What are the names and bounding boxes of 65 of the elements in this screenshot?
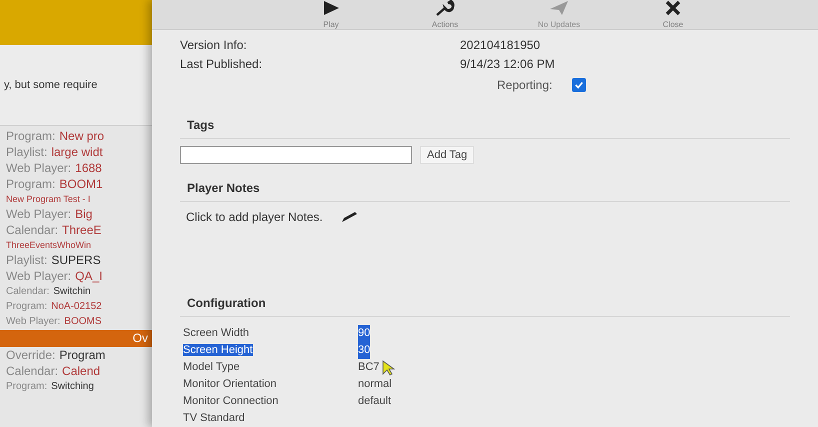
entry-subtitle: ThreeEventsWhoWin <box>6 239 92 252</box>
tag-input-field[interactable] <box>180 146 412 164</box>
section-title: Configuration <box>180 296 790 317</box>
entry-value: Calend <box>62 364 100 379</box>
config-label: TV Standard <box>183 412 245 424</box>
entry-label: Web Player: <box>6 161 72 176</box>
entry-label: Web Player: <box>6 269 72 284</box>
entry-label: Program: <box>6 177 56 192</box>
info-value: 9/14/23 12:06 PM <box>460 56 555 73</box>
entry-value: ThreeE <box>62 223 102 238</box>
entry-value: Switching <box>51 380 94 394</box>
entry-label: Override: <box>6 348 56 363</box>
section-banner: Ov <box>0 330 152 347</box>
reporting-label: Reporting: <box>497 78 552 92</box>
config-value: normal <box>358 377 392 392</box>
entry-value: Big <box>75 207 92 222</box>
entry-label: Web Player: <box>6 207 72 222</box>
entry-value: QA_I <box>75 269 102 284</box>
config-label: Monitor Connection <box>183 395 278 407</box>
entry-value: NoA-02152 <box>51 300 102 314</box>
config-label: Model Type <box>183 361 240 373</box>
config-label: Screen Height <box>183 344 253 356</box>
notice-text: y, but some require <box>4 79 98 91</box>
entry-label: Program: <box>6 380 48 394</box>
notes-placeholder-link[interactable]: Click to add player Notes. <box>186 210 323 224</box>
entry-value: SUPERS <box>51 253 101 268</box>
paper-plane-icon <box>549 0 569 16</box>
entry-value: BOOM1 <box>59 177 103 192</box>
entry-label: Calendar: <box>6 223 58 238</box>
entry-value: New pro <box>59 129 104 144</box>
close-icon <box>663 0 683 16</box>
entry-value: BOOMS <box>64 315 102 329</box>
entry-subtitle: New Program Test - I <box>6 193 92 206</box>
entry-label: Playlist: <box>6 145 48 160</box>
toolbar-button[interactable]: Play <box>287 0 375 29</box>
config-value: default <box>358 394 392 409</box>
entry-label: Program: <box>6 129 56 144</box>
config-label: Monitor Orientation <box>183 378 277 390</box>
section-title: Player Notes <box>180 181 790 202</box>
entry-value: Program <box>59 348 106 363</box>
config-label: Screen Width <box>183 327 250 339</box>
toolbar-button[interactable]: Close <box>629 0 717 29</box>
mouse-pointer-icon <box>382 360 396 376</box>
config-value: 30 <box>358 342 370 359</box>
entry-label: Program: <box>6 300 48 314</box>
reporting-checkbox[interactable] <box>572 78 586 92</box>
check-icon <box>574 80 584 90</box>
entry-value: Switchin <box>53 285 91 299</box>
entry-label: Calendar: <box>6 364 58 379</box>
info-label: Version Info: <box>180 37 248 54</box>
add-tag-button[interactable]: Add Tag <box>420 146 474 164</box>
config-value: 90 <box>358 325 370 342</box>
config-value: BC7 <box>358 360 380 375</box>
info-value: 202104181950 <box>460 37 540 54</box>
entry-value: large widt <box>51 145 103 160</box>
pencil-icon[interactable] <box>340 211 359 223</box>
section-title: Tags <box>180 118 790 139</box>
entry-label: Calendar: <box>6 285 50 299</box>
entry-value: 1688 <box>75 161 102 176</box>
wrench-icon <box>435 0 455 16</box>
play-icon <box>321 0 341 16</box>
toolbar-button[interactable]: Actions <box>401 0 489 29</box>
entry-label: Playlist: <box>6 253 48 268</box>
info-label: Last Published: <box>180 56 264 73</box>
entry-label: Web Player: <box>6 315 60 329</box>
